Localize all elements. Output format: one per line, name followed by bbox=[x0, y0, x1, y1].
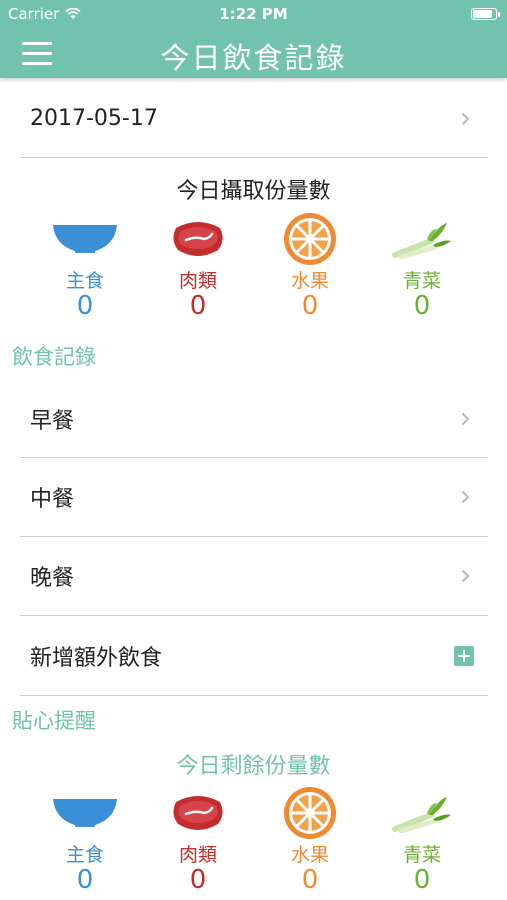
vegetable-count: 0 bbox=[413, 291, 431, 321]
add-extra-food-row[interactable]: 新增額外飲食 bbox=[20, 616, 488, 696]
staple-count: 0 bbox=[76, 865, 94, 895]
dinner-row[interactable]: 晚餐 bbox=[20, 537, 488, 616]
breakfast-row[interactable]: 早餐 bbox=[20, 380, 488, 458]
rice-bowl-icon bbox=[53, 799, 117, 827]
tips-heading: 貼心提醒 bbox=[12, 709, 96, 733]
plus-icon[interactable] bbox=[454, 645, 474, 666]
fruit-count: 0 bbox=[301, 865, 319, 895]
vegetable-label: 青菜 bbox=[402, 270, 441, 292]
fruit-count: 0 bbox=[301, 291, 319, 321]
intake-food-row: 主食 0 肉類 0 水果 0 青菜 0 bbox=[0, 210, 507, 335]
intake-fruit: 水果 0 bbox=[255, 210, 365, 320]
nav-bar: 今日飲食記錄 bbox=[0, 28, 507, 78]
intake-vegetable: 青菜 0 bbox=[367, 210, 477, 320]
chevron-right-icon bbox=[461, 490, 470, 504]
date-label: 2017-05-17 bbox=[30, 106, 158, 131]
chevron-right-icon bbox=[461, 569, 470, 583]
vegetable-icon bbox=[392, 797, 451, 833]
intake-title: 今日攝取份量數 bbox=[176, 179, 331, 204]
vegetable-icon bbox=[392, 223, 451, 259]
chevron-right-icon bbox=[461, 412, 470, 425]
staple-count: 0 bbox=[76, 291, 94, 321]
fruit-label: 水果 bbox=[290, 844, 329, 866]
staple-label: 主食 bbox=[65, 270, 104, 292]
meat-label: 肉類 bbox=[178, 270, 217, 292]
status-bar: Carrier 1:22 PM bbox=[0, 0, 507, 28]
meat-label: 肉類 bbox=[178, 844, 217, 866]
remaining-fruit: 水果 0 bbox=[255, 784, 365, 894]
intake-meat: 肉類 0 bbox=[143, 210, 253, 320]
orange-slice-icon bbox=[284, 787, 336, 839]
add-extra-food-label: 新增額外飲食 bbox=[30, 645, 163, 671]
remaining-vegetable: 青菜 0 bbox=[367, 784, 477, 894]
meat-count: 0 bbox=[189, 291, 207, 321]
lunch-row[interactable]: 中餐 bbox=[20, 458, 488, 537]
meat-icon bbox=[173, 222, 223, 256]
battery-icon bbox=[471, 8, 500, 20]
remaining-staple: 主食 0 bbox=[30, 784, 140, 894]
remaining-food-row: 主食 0 肉類 0 水果 0 青菜 0 bbox=[0, 784, 507, 900]
vegetable-label: 青菜 bbox=[402, 844, 441, 866]
vegetable-count: 0 bbox=[413, 865, 431, 895]
staple-label: 主食 bbox=[65, 844, 104, 866]
chevron-right-icon bbox=[461, 112, 470, 125]
remaining-title: 今日剩餘份量數 bbox=[176, 754, 331, 779]
lunch-label: 中餐 bbox=[30, 487, 75, 512]
meat-icon bbox=[173, 796, 223, 830]
breakfast-label: 早餐 bbox=[30, 408, 75, 434]
status-time: 1:22 PM bbox=[219, 5, 288, 23]
dinner-label: 晚餐 bbox=[30, 566, 75, 591]
remaining-meat: 肉類 0 bbox=[143, 784, 253, 894]
intake-staple: 主食 0 bbox=[30, 210, 140, 320]
diet-log-heading: 飲食記錄 bbox=[12, 345, 96, 369]
meat-count: 0 bbox=[189, 865, 207, 895]
rice-bowl-icon bbox=[53, 225, 117, 253]
page-title: 今日飲食記錄 bbox=[160, 41, 347, 75]
date-selector-row[interactable]: 2017-05-17 bbox=[20, 80, 488, 158]
orange-slice-icon bbox=[284, 213, 336, 265]
fruit-label: 水果 bbox=[290, 270, 329, 292]
